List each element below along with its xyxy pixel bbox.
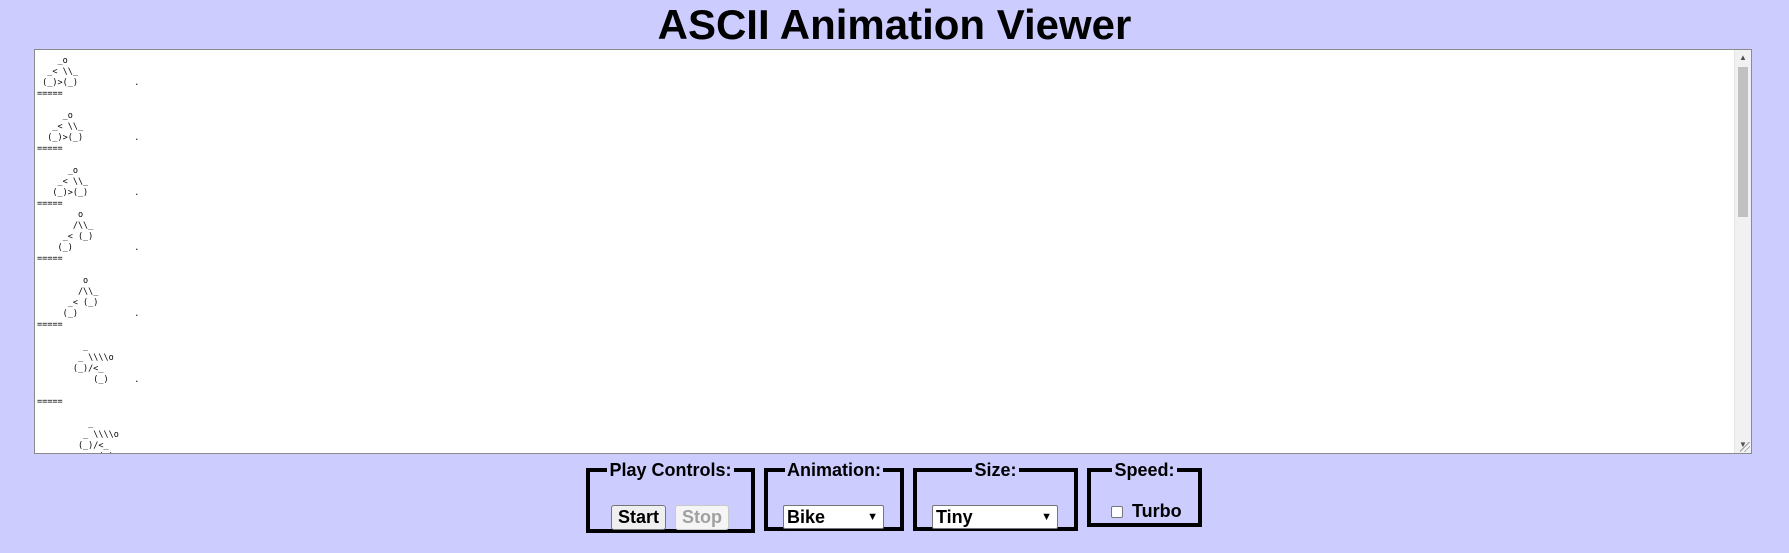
chevron-down-icon: ▼ (867, 511, 878, 523)
play-controls-legend: Play Controls: (609, 460, 732, 480)
speed-group: Speed: Turbo (1087, 461, 1202, 527)
scrollbar-thumb[interactable] (1738, 67, 1748, 217)
vertical-scrollbar[interactable]: ▲ ▼ (1734, 50, 1751, 453)
size-legend: Size: (974, 460, 1017, 480)
resize-grip-icon[interactable] (1740, 442, 1750, 452)
size-select-value: Tiny (936, 507, 973, 527)
size-group: Size: Tiny ▼ (913, 461, 1078, 531)
start-button[interactable]: Start (611, 505, 667, 530)
animation-select-value: Bike (787, 507, 826, 527)
animation-group: Animation: Bike ▼ (764, 461, 904, 531)
turbo-checkbox[interactable] (1111, 506, 1123, 518)
play-controls-group: Play Controls: Start Stop (586, 461, 755, 533)
stop-button[interactable]: Stop (675, 505, 729, 530)
animation-frames-text: _o _< \\_ (_)>(_) . ===== _o _< \\_ (_)>… (37, 56, 140, 453)
chevron-down-icon: ▼ (1041, 511, 1052, 523)
page-title: ASCII Animation Viewer (657, 1, 1132, 48)
animation-select[interactable]: Bike ▼ (783, 505, 884, 529)
animation-legend: Animation: (787, 460, 881, 480)
turbo-label[interactable]: Turbo (1132, 501, 1182, 521)
speed-legend: Speed: (1114, 460, 1175, 480)
animation-textarea[interactable]: _o _< \\_ (_)>(_) . ===== _o _< \\_ (_)>… (34, 49, 1752, 454)
size-select[interactable]: Tiny ▼ (932, 505, 1058, 529)
scroll-up-icon[interactable]: ▲ (1735, 50, 1751, 66)
